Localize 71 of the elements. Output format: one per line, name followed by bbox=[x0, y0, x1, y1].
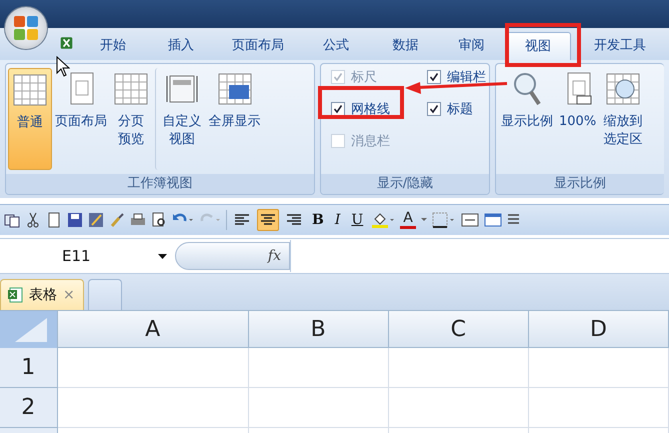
checkmark-icon bbox=[333, 104, 343, 114]
group-title: 显示比例 bbox=[496, 174, 664, 194]
checkmark-icon bbox=[333, 72, 343, 82]
ribbon-button[interactable]: 缩放到选定区 bbox=[599, 68, 647, 170]
excel-icon[interactable] bbox=[60, 34, 73, 52]
copy-icon[interactable] bbox=[4, 212, 20, 228]
row-header[interactable]: 1 bbox=[0, 348, 58, 388]
office-logo-icon bbox=[11, 13, 41, 43]
cell[interactable] bbox=[58, 388, 249, 428]
column-header[interactable]: D bbox=[528, 311, 669, 348]
column-header[interactable]: A bbox=[58, 311, 249, 348]
brush-icon[interactable] bbox=[109, 212, 125, 228]
borders-icon[interactable] bbox=[432, 212, 456, 228]
column-header[interactable]: C bbox=[388, 311, 529, 348]
cell[interactable] bbox=[528, 388, 669, 428]
ribbon-button[interactable]: 显示比例 bbox=[498, 68, 556, 170]
grid-icon bbox=[113, 71, 149, 107]
workbook-tab[interactable]: 表格 × bbox=[0, 279, 84, 310]
function-button[interactable]: fx bbox=[175, 242, 290, 270]
group-title: 显示/隐藏 bbox=[321, 174, 489, 194]
ribbon-button[interactable]: 普通 bbox=[8, 68, 52, 170]
cell[interactable] bbox=[388, 388, 529, 428]
ribbon-tab[interactable]: 数据 bbox=[373, 32, 438, 60]
grid-icon bbox=[12, 72, 48, 108]
dropdown-arrow-icon bbox=[158, 254, 167, 258]
cell[interactable] bbox=[248, 348, 389, 388]
ribbon-tab[interactable]: 插入 bbox=[145, 32, 217, 60]
window-icon[interactable] bbox=[484, 212, 502, 228]
checkmark-icon bbox=[429, 104, 439, 114]
cell[interactable] bbox=[388, 348, 529, 388]
ribbon-tab[interactable]: 开发工具 bbox=[571, 32, 669, 60]
bold-button[interactable]: B bbox=[309, 212, 327, 228]
fill-color-icon[interactable] bbox=[371, 211, 396, 229]
mouse-pointer-icon bbox=[56, 56, 70, 78]
dropdown-arrow-icon[interactable] bbox=[420, 218, 427, 222]
save-as-icon[interactable] bbox=[88, 212, 104, 228]
ribbon-button[interactable]: 100% bbox=[556, 68, 600, 170]
print-preview-icon[interactable] bbox=[151, 212, 167, 228]
column-header[interactable]: B bbox=[248, 311, 389, 348]
checkbox-option[interactable]: 网格线 bbox=[331, 100, 390, 118]
cell[interactable] bbox=[58, 348, 249, 388]
checkbox[interactable] bbox=[331, 102, 345, 116]
scissors-icon[interactable] bbox=[25, 212, 41, 228]
align-center-icon[interactable] bbox=[257, 209, 279, 231]
save-icon[interactable] bbox=[67, 212, 83, 228]
ribbon-button[interactable]: 页面布局 bbox=[52, 68, 110, 170]
ribbon-button[interactable]: 全屏显示 bbox=[206, 68, 264, 170]
underline-button[interactable]: U bbox=[348, 212, 366, 228]
magnifier-grid-icon bbox=[604, 71, 641, 107]
checkbox-option[interactable]: 编辑栏 bbox=[427, 68, 486, 86]
ribbon-button[interactable]: 分页预览 bbox=[110, 68, 152, 170]
ribbon-tab[interactable]: 开始 bbox=[81, 32, 145, 60]
checkmark-icon bbox=[429, 72, 439, 82]
checkbox-option[interactable]: 标题 bbox=[427, 100, 473, 118]
checkbox[interactable] bbox=[427, 102, 441, 116]
cell[interactable] bbox=[528, 348, 669, 388]
italic-button[interactable]: I bbox=[332, 212, 344, 228]
ribbon-button[interactable]: 自定义视图 bbox=[155, 68, 206, 170]
font-color-button[interactable]: A bbox=[400, 211, 416, 229]
cell[interactable] bbox=[248, 388, 389, 428]
row-header[interactable]: 2 bbox=[0, 388, 58, 428]
merge-cells-icon[interactable] bbox=[460, 212, 479, 228]
ribbon-tab[interactable]: 审阅 bbox=[438, 32, 505, 60]
checkbox[interactable] bbox=[427, 70, 441, 84]
new-page-icon[interactable] bbox=[46, 212, 62, 228]
ribbon-tab[interactable]: 页面布局 bbox=[217, 32, 299, 60]
ribbon-tab[interactable]: 公式 bbox=[299, 32, 373, 60]
name-box[interactable]: E11 bbox=[0, 247, 175, 265]
excel-sheet-icon bbox=[7, 287, 23, 303]
group-title: 工作簿视图 bbox=[6, 174, 314, 194]
printer-icon[interactable] bbox=[130, 212, 146, 228]
